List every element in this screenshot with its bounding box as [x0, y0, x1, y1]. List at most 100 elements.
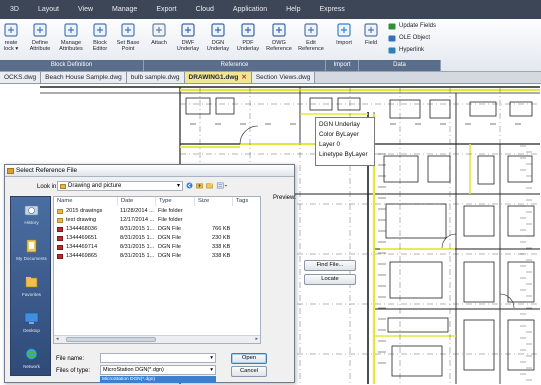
- history-icon: [24, 205, 39, 216]
- place-desktop[interactable]: Desktop: [11, 307, 52, 341]
- place-my-documents[interactable]: My Documents: [11, 235, 52, 269]
- chevron-down-icon: ▾: [176, 183, 180, 189]
- block-editor-button[interactable]: Block Editor: [87, 21, 113, 59]
- dgn-file-icon: [57, 254, 63, 259]
- open-button[interactable]: Open: [231, 353, 267, 364]
- menu-item[interactable]: Layout: [38, 6, 59, 13]
- find-file-button[interactable]: Find File...: [304, 260, 356, 271]
- update-fields-button[interactable]: Update Fields: [388, 22, 436, 31]
- import-button[interactable]: Import: [329, 21, 359, 59]
- dgn-file-icon: [57, 245, 63, 250]
- scrollbar-thumb[interactable]: [66, 337, 156, 342]
- look-in-dropdown[interactable]: Drawing and picture ▾: [57, 181, 183, 191]
- document-tab[interactable]: DRAWING1.dwg ✕: [184, 72, 252, 83]
- files-of-type-value: MicroStation DGN(*.dgn): [103, 367, 164, 373]
- place-label: Desktop: [23, 328, 40, 333]
- ribbon-button-label: Set Base Point: [116, 40, 140, 53]
- locate-button[interactable]: Locate: [304, 274, 356, 285]
- file-date: 12/17/2014 ...: [120, 217, 155, 223]
- network-globe-icon: [25, 348, 38, 360]
- file-type: DGN File: [158, 253, 181, 259]
- dgn-underlay-button[interactable]: DGN Underlay: [204, 21, 232, 59]
- file-row[interactable]: 1344469714 8/31/2015 1... DGN File 338 KB: [54, 243, 260, 252]
- define-attribute-icon: [33, 23, 47, 37]
- dwf-underlay-button[interactable]: DWF Underlay: [174, 21, 202, 59]
- set-base-point-button[interactable]: Set Base Point: [113, 21, 143, 59]
- menu-item[interactable]: Application: [233, 6, 267, 13]
- menu-item[interactable]: 3D: [10, 6, 19, 13]
- place-favorites[interactable]: Favorites: [11, 271, 52, 305]
- file-name: test drawing: [66, 217, 97, 223]
- menu-item[interactable]: Express: [320, 6, 345, 13]
- column-header-tags[interactable]: Tags: [233, 197, 260, 206]
- file-row[interactable]: 1344469651 8/31/2015 1... DGN File 230 KB: [54, 234, 260, 243]
- file-type: DGN File: [158, 226, 181, 232]
- manage-attributes-button[interactable]: Manage Attributes: [55, 21, 87, 59]
- tooltip-line: Layer 0: [319, 141, 341, 148]
- document-tab[interactable]: bulb sample.dwg: [126, 72, 185, 83]
- ribbon-button-label: Manage Attributes: [59, 40, 83, 53]
- files-of-type-label: Files of type:: [56, 368, 91, 374]
- horizontal-scrollbar[interactable]: ◂ ▸: [54, 335, 260, 343]
- dwg-reference-icon: [272, 23, 286, 37]
- field-button[interactable]: Field: [362, 21, 380, 59]
- edit-reference-button[interactable]: Edit Reference: [296, 21, 326, 59]
- hyperlink-icon: [388, 47, 396, 54]
- new-folder-icon[interactable]: [206, 182, 213, 189]
- object-tooltip: DGN Underlay Color ByLayer Layer 0 Linet…: [315, 117, 375, 166]
- menu-item[interactable]: Help: [286, 6, 300, 13]
- menu-item[interactable]: Manage: [112, 6, 137, 13]
- column-header-type[interactable]: Type: [156, 197, 195, 206]
- document-tab[interactable]: OCKS.dwg: [0, 72, 42, 83]
- file-name: 1344469865: [66, 253, 98, 259]
- ribbon-button-label: DGN Underlay: [206, 40, 230, 53]
- column-header-date[interactable]: Date: [118, 197, 156, 206]
- dwg-reference-button[interactable]: DWG Reference: [263, 21, 295, 59]
- document-tab[interactable]: Section Views.dwg: [251, 72, 316, 83]
- define-attribute-button[interactable]: Define Attribute: [26, 21, 54, 59]
- menu-item[interactable]: Cloud: [196, 6, 214, 13]
- file-row[interactable]: 2015 drawings 11/28/2014 ... File folder: [54, 207, 260, 216]
- file-name-input[interactable]: ▾: [100, 353, 216, 363]
- column-header-name[interactable]: Name: [54, 197, 118, 206]
- dialog-title-bar[interactable]: Select Reference File: [5, 165, 294, 177]
- document-tab[interactable]: Beach House Sample.dwg: [41, 72, 127, 83]
- pdf-underlay-button[interactable]: PDF Underlay: [234, 21, 262, 59]
- file-date: 8/31/2015 1...: [120, 244, 155, 250]
- tab-label: OCKS.dwg: [4, 74, 37, 81]
- place-network[interactable]: Network: [11, 343, 52, 377]
- file-size: 766 KB: [212, 226, 231, 232]
- menu-bar: 3D Layout View Manage Export Cloud Application…: [0, 0, 541, 19]
- scroll-right-icon[interactable]: ▸: [255, 336, 258, 343]
- file-type: DGN File: [158, 235, 181, 241]
- place-history[interactable]: History: [11, 199, 52, 233]
- hyperlink-button[interactable]: Hyperlink: [388, 46, 424, 55]
- ole-object-button[interactable]: OLE Object: [388, 34, 430, 43]
- close-icon[interactable]: ✕: [241, 74, 246, 81]
- attach-button[interactable]: Attach: [146, 21, 172, 59]
- scroll-left-icon[interactable]: ◂: [56, 336, 59, 343]
- back-icon[interactable]: [186, 182, 193, 189]
- folder-icon: [57, 218, 63, 223]
- attach-icon: [152, 23, 166, 37]
- column-header-size[interactable]: Size: [195, 197, 233, 206]
- files-of-type-option[interactable]: MicroStation DGN(*.dgn): [100, 376, 216, 383]
- ribbon-button-label: Attach: [151, 40, 167, 46]
- up-folder-icon[interactable]: [196, 182, 203, 189]
- ribbon-button-label: Block Editor: [92, 40, 108, 53]
- file-row[interactable]: 1344468036 8/31/2015 1... DGN File 766 KB: [54, 225, 260, 234]
- file-list[interactable]: Name Date Type Size Tags 2015 drawings 11…: [53, 196, 261, 344]
- ribbon-button-label: Field: [364, 40, 378, 46]
- menu-item[interactable]: Export: [156, 6, 176, 13]
- cancel-button[interactable]: Cancel: [231, 366, 267, 377]
- files-of-type-select[interactable]: MicroStation DGN(*.dgn) ▾: [100, 365, 216, 375]
- file-type: File folder: [158, 208, 183, 214]
- views-menu-icon[interactable]: [216, 182, 228, 189]
- file-row[interactable]: 1344469865 8/31/2015 1... DGN File 338 KB: [54, 252, 260, 261]
- place-label: Network: [23, 364, 40, 369]
- menu-item[interactable]: View: [78, 6, 93, 13]
- create-block-button[interactable]: reate lock ▾: [0, 21, 22, 59]
- look-in-label: Look in:: [37, 184, 59, 190]
- file-row[interactable]: test drawing 12/17/2014 ... File folder: [54, 216, 260, 225]
- folder-icon: [60, 184, 66, 189]
